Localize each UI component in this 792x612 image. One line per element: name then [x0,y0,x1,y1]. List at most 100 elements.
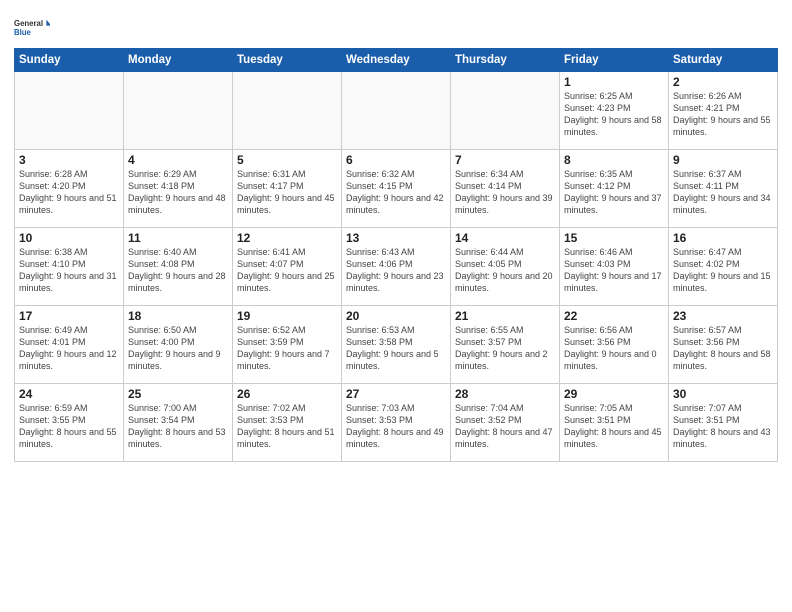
weekday-header-tuesday: Tuesday [233,48,342,71]
day-info: Sunrise: 6:35 AM Sunset: 4:12 PM Dayligh… [564,168,664,217]
calendar-table: SundayMondayTuesdayWednesdayThursdayFrid… [14,48,778,462]
day-info: Sunrise: 6:28 AM Sunset: 4:20 PM Dayligh… [19,168,119,217]
day-number: 25 [128,387,228,401]
weekday-header-saturday: Saturday [669,48,778,71]
day-number: 3 [19,153,119,167]
calendar-cell-w4d2: 26Sunrise: 7:02 AM Sunset: 3:53 PM Dayli… [233,383,342,461]
day-info: Sunrise: 6:26 AM Sunset: 4:21 PM Dayligh… [673,90,773,139]
day-number: 1 [564,75,664,89]
day-number: 19 [237,309,337,323]
day-info: Sunrise: 6:56 AM Sunset: 3:56 PM Dayligh… [564,324,664,373]
day-number: 11 [128,231,228,245]
day-number: 8 [564,153,664,167]
calendar-cell-w1d0: 3Sunrise: 6:28 AM Sunset: 4:20 PM Daylig… [15,149,124,227]
day-info: Sunrise: 7:00 AM Sunset: 3:54 PM Dayligh… [128,402,228,451]
calendar-cell-w1d6: 9Sunrise: 6:37 AM Sunset: 4:11 PM Daylig… [669,149,778,227]
calendar-cell-w3d1: 18Sunrise: 6:50 AM Sunset: 4:00 PM Dayli… [124,305,233,383]
calendar-cell-w4d1: 25Sunrise: 7:00 AM Sunset: 3:54 PM Dayli… [124,383,233,461]
calendar-header: SundayMondayTuesdayWednesdayThursdayFrid… [15,48,778,71]
day-info: Sunrise: 6:34 AM Sunset: 4:14 PM Dayligh… [455,168,555,217]
calendar-cell-w0d1 [124,71,233,149]
day-info: Sunrise: 6:46 AM Sunset: 4:03 PM Dayligh… [564,246,664,295]
day-number: 7 [455,153,555,167]
weekday-header-monday: Monday [124,48,233,71]
day-number: 15 [564,231,664,245]
day-info: Sunrise: 6:53 AM Sunset: 3:58 PM Dayligh… [346,324,446,373]
day-info: Sunrise: 7:03 AM Sunset: 3:53 PM Dayligh… [346,402,446,451]
calendar-cell-w3d3: 20Sunrise: 6:53 AM Sunset: 3:58 PM Dayli… [342,305,451,383]
weekday-header-thursday: Thursday [451,48,560,71]
day-number: 28 [455,387,555,401]
calendar-cell-w4d0: 24Sunrise: 6:59 AM Sunset: 3:55 PM Dayli… [15,383,124,461]
weekday-header-friday: Friday [560,48,669,71]
day-number: 21 [455,309,555,323]
day-info: Sunrise: 6:49 AM Sunset: 4:01 PM Dayligh… [19,324,119,373]
day-number: 2 [673,75,773,89]
calendar-cell-w2d4: 14Sunrise: 6:44 AM Sunset: 4:05 PM Dayli… [451,227,560,305]
day-number: 16 [673,231,773,245]
calendar-cell-w4d3: 27Sunrise: 7:03 AM Sunset: 3:53 PM Dayli… [342,383,451,461]
day-info: Sunrise: 6:52 AM Sunset: 3:59 PM Dayligh… [237,324,337,373]
calendar-cell-w2d1: 11Sunrise: 6:40 AM Sunset: 4:08 PM Dayli… [124,227,233,305]
logo: General Blue [14,12,50,44]
calendar-cell-w2d5: 15Sunrise: 6:46 AM Sunset: 4:03 PM Dayli… [560,227,669,305]
calendar-cell-w3d5: 22Sunrise: 6:56 AM Sunset: 3:56 PM Dayli… [560,305,669,383]
calendar-cell-w2d2: 12Sunrise: 6:41 AM Sunset: 4:07 PM Dayli… [233,227,342,305]
day-number: 20 [346,309,446,323]
calendar-cell-w2d0: 10Sunrise: 6:38 AM Sunset: 4:10 PM Dayli… [15,227,124,305]
day-number: 17 [19,309,119,323]
day-info: Sunrise: 6:37 AM Sunset: 4:11 PM Dayligh… [673,168,773,217]
calendar-cell-w1d2: 5Sunrise: 6:31 AM Sunset: 4:17 PM Daylig… [233,149,342,227]
calendar-cell-w0d4 [451,71,560,149]
calendar-cell-w3d2: 19Sunrise: 6:52 AM Sunset: 3:59 PM Dayli… [233,305,342,383]
header: General Blue [14,12,778,44]
day-info: Sunrise: 6:25 AM Sunset: 4:23 PM Dayligh… [564,90,664,139]
day-number: 9 [673,153,773,167]
day-info: Sunrise: 6:40 AM Sunset: 4:08 PM Dayligh… [128,246,228,295]
calendar-cell-w0d5: 1Sunrise: 6:25 AM Sunset: 4:23 PM Daylig… [560,71,669,149]
day-info: Sunrise: 6:44 AM Sunset: 4:05 PM Dayligh… [455,246,555,295]
calendar-cell-w1d5: 8Sunrise: 6:35 AM Sunset: 4:12 PM Daylig… [560,149,669,227]
calendar-cell-w0d2 [233,71,342,149]
svg-text:General: General [14,19,43,28]
weekday-header-sunday: Sunday [15,48,124,71]
day-info: Sunrise: 7:05 AM Sunset: 3:51 PM Dayligh… [564,402,664,451]
calendar-cell-w4d5: 29Sunrise: 7:05 AM Sunset: 3:51 PM Dayli… [560,383,669,461]
calendar-cell-w0d3 [342,71,451,149]
calendar-cell-w1d1: 4Sunrise: 6:29 AM Sunset: 4:18 PM Daylig… [124,149,233,227]
weekday-header-wednesday: Wednesday [342,48,451,71]
day-info: Sunrise: 6:38 AM Sunset: 4:10 PM Dayligh… [19,246,119,295]
day-number: 4 [128,153,228,167]
day-number: 22 [564,309,664,323]
calendar-container: General Blue SundayMondayTuesdayWednesda… [0,0,792,612]
day-number: 26 [237,387,337,401]
day-info: Sunrise: 6:31 AM Sunset: 4:17 PM Dayligh… [237,168,337,217]
day-info: Sunrise: 7:02 AM Sunset: 3:53 PM Dayligh… [237,402,337,451]
day-info: Sunrise: 6:32 AM Sunset: 4:15 PM Dayligh… [346,168,446,217]
day-info: Sunrise: 6:41 AM Sunset: 4:07 PM Dayligh… [237,246,337,295]
day-number: 23 [673,309,773,323]
day-info: Sunrise: 6:50 AM Sunset: 4:00 PM Dayligh… [128,324,228,373]
day-info: Sunrise: 7:07 AM Sunset: 3:51 PM Dayligh… [673,402,773,451]
calendar-cell-w3d6: 23Sunrise: 6:57 AM Sunset: 3:56 PM Dayli… [669,305,778,383]
day-info: Sunrise: 6:29 AM Sunset: 4:18 PM Dayligh… [128,168,228,217]
day-number: 29 [564,387,664,401]
day-number: 18 [128,309,228,323]
day-number: 6 [346,153,446,167]
day-number: 24 [19,387,119,401]
svg-text:Blue: Blue [14,28,32,37]
logo-svg: General Blue [14,12,50,44]
day-number: 13 [346,231,446,245]
calendar-cell-w3d4: 21Sunrise: 6:55 AM Sunset: 3:57 PM Dayli… [451,305,560,383]
day-info: Sunrise: 6:55 AM Sunset: 3:57 PM Dayligh… [455,324,555,373]
calendar-cell-w1d3: 6Sunrise: 6:32 AM Sunset: 4:15 PM Daylig… [342,149,451,227]
day-number: 10 [19,231,119,245]
day-info: Sunrise: 6:47 AM Sunset: 4:02 PM Dayligh… [673,246,773,295]
day-number: 12 [237,231,337,245]
calendar-cell-w4d6: 30Sunrise: 7:07 AM Sunset: 3:51 PM Dayli… [669,383,778,461]
calendar-cell-w2d3: 13Sunrise: 6:43 AM Sunset: 4:06 PM Dayli… [342,227,451,305]
day-info: Sunrise: 7:04 AM Sunset: 3:52 PM Dayligh… [455,402,555,451]
day-info: Sunrise: 6:59 AM Sunset: 3:55 PM Dayligh… [19,402,119,451]
day-number: 5 [237,153,337,167]
calendar-cell-w2d6: 16Sunrise: 6:47 AM Sunset: 4:02 PM Dayli… [669,227,778,305]
